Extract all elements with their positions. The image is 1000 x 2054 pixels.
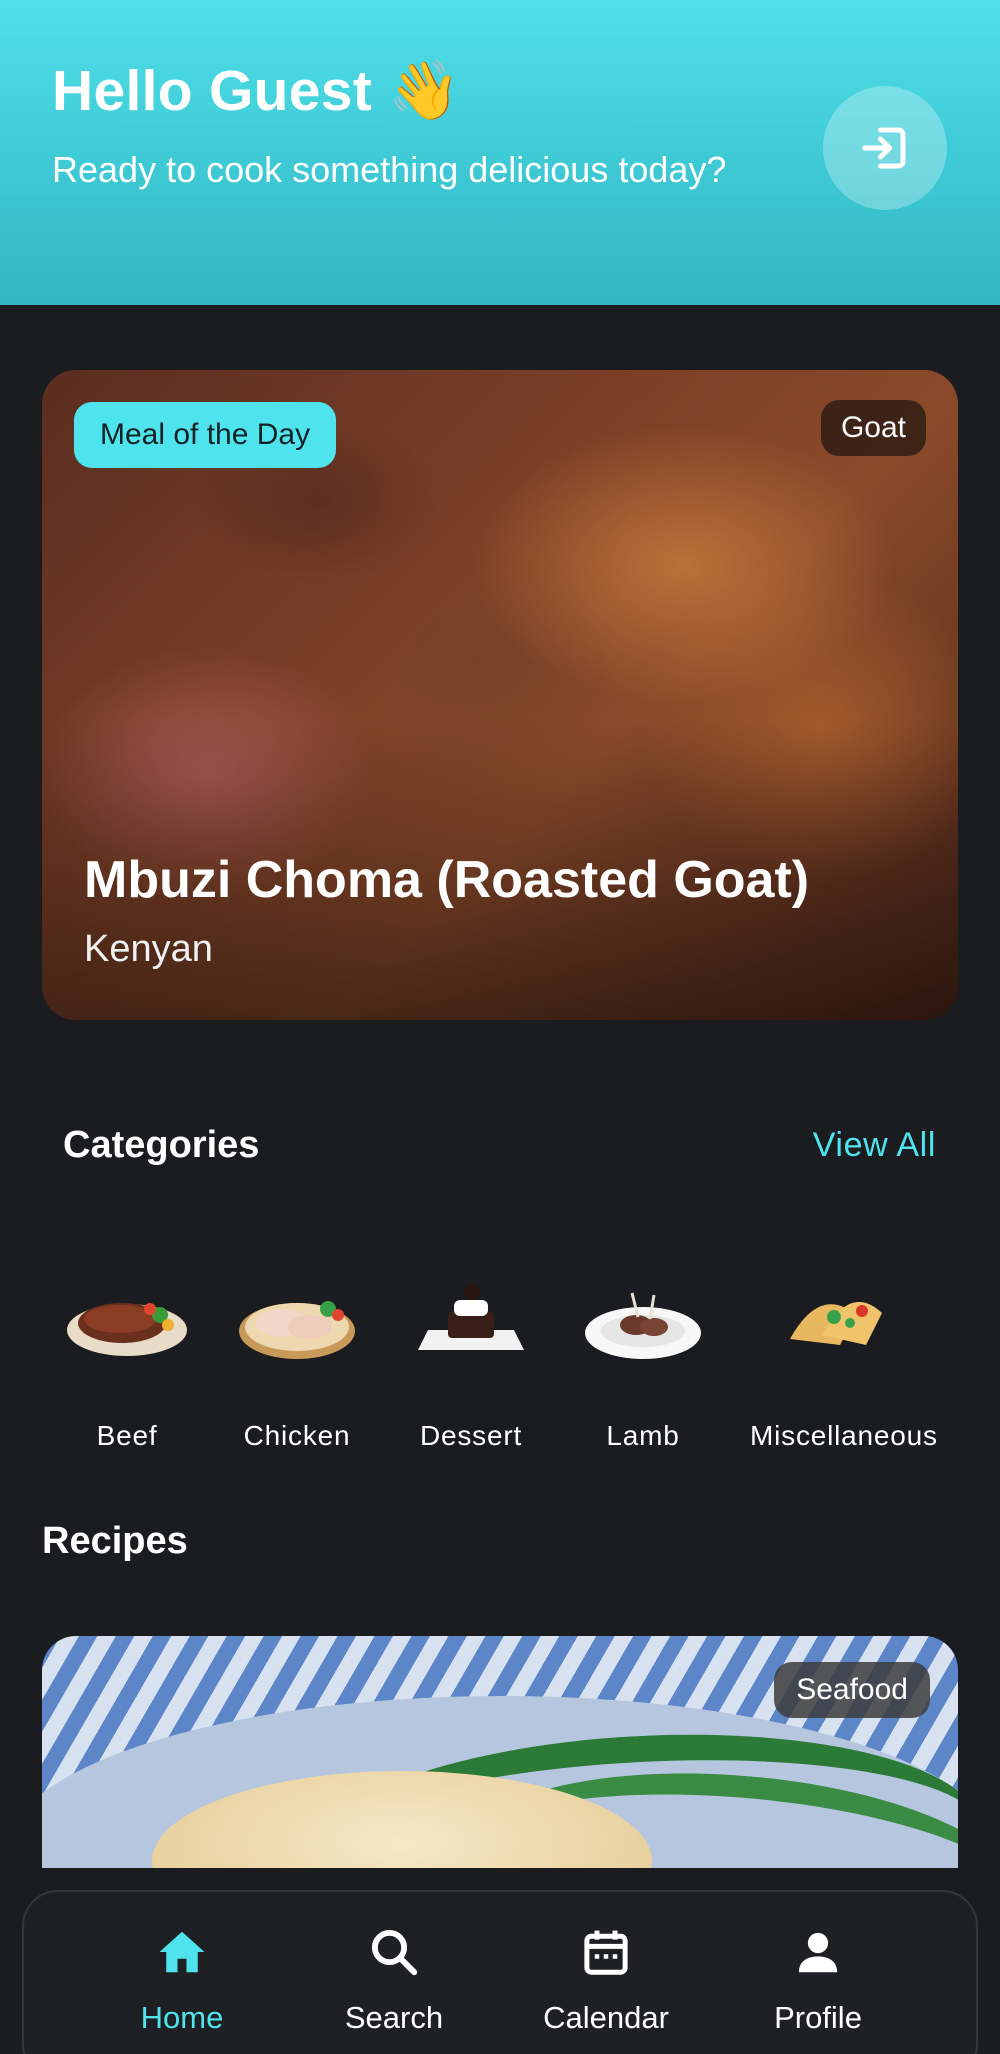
nav-profile[interactable]: Profile bbox=[728, 1922, 908, 2052]
nav-home[interactable]: Home bbox=[92, 1922, 272, 2052]
recipes-title: Recipes bbox=[42, 1520, 188, 1562]
category-label: Beef bbox=[96, 1420, 158, 1451]
dessert-image bbox=[386, 1260, 556, 1380]
category-miscellaneous[interactable]: Miscellaneous bbox=[750, 1260, 937, 1460]
category-dessert[interactable]: Dessert bbox=[386, 1260, 556, 1460]
greeting: Hello Guest 👋 bbox=[52, 58, 461, 124]
chicken-image bbox=[212, 1260, 382, 1380]
category-label: Dessert bbox=[419, 1420, 523, 1451]
nav-calendar-label: Calendar bbox=[543, 2000, 669, 2035]
lamb-image bbox=[558, 1260, 728, 1380]
category-label: Lamb bbox=[606, 1420, 680, 1451]
bottom-navigation: Home Search Calendar Profile bbox=[22, 1890, 978, 2054]
logout-button[interactable] bbox=[823, 86, 947, 210]
profile-icon bbox=[798, 1932, 838, 1973]
view-all-link[interactable]: View All bbox=[813, 1126, 936, 1165]
meal-area: Kenyan bbox=[84, 928, 213, 970]
nav-home-label: Home bbox=[140, 2000, 224, 2035]
meal-category-badge: Goat bbox=[820, 400, 926, 456]
waving-hand-icon: 👋 bbox=[388, 58, 461, 123]
greeting-subtitle: Ready to cook something delicious today? bbox=[52, 149, 727, 190]
category-label: Miscellaneous bbox=[750, 1420, 938, 1451]
recipe-category-badge: Seafood bbox=[774, 1662, 930, 1718]
category-chicken[interactable]: Chicken bbox=[212, 1260, 382, 1460]
categories-list: Beef Chicken Dessert Lamb Miscellaneous bbox=[42, 1260, 958, 1460]
nav-calendar[interactable]: Calendar bbox=[516, 1922, 696, 2052]
search-icon bbox=[371, 1929, 418, 1976]
category-lamb[interactable]: Lamb bbox=[558, 1260, 728, 1460]
meal-of-the-day-badge: Meal of the Day bbox=[74, 402, 337, 468]
home-icon bbox=[159, 1931, 205, 1973]
logout-icon bbox=[862, 127, 906, 169]
nav-search-label: Search bbox=[344, 2000, 444, 2035]
greeting-text: Hello Guest bbox=[52, 59, 373, 123]
categories-title: Categories bbox=[63, 1124, 260, 1166]
nav-search[interactable]: Search bbox=[304, 1922, 484, 2052]
meal-title: Mbuzi Choma (Roasted Goat) bbox=[84, 851, 810, 909]
miscellaneous-image bbox=[750, 1260, 920, 1380]
recipe-card[interactable]: Seafood bbox=[42, 1636, 958, 1868]
nav-profile-label: Profile bbox=[774, 2000, 862, 2035]
header: Hello Guest 👋 Ready to cook something de… bbox=[0, 0, 1000, 305]
meal-of-the-day-card[interactable]: Meal of the Day Goat Mbuzi Choma (Roaste… bbox=[42, 370, 958, 1020]
category-beef[interactable]: Beef bbox=[42, 1260, 212, 1460]
category-label: Chicken bbox=[243, 1420, 351, 1451]
calendar-icon bbox=[584, 1930, 628, 1975]
beef-image bbox=[42, 1260, 212, 1380]
app-screen: Hello Guest 👋 Ready to cook something de… bbox=[0, 0, 1000, 2054]
